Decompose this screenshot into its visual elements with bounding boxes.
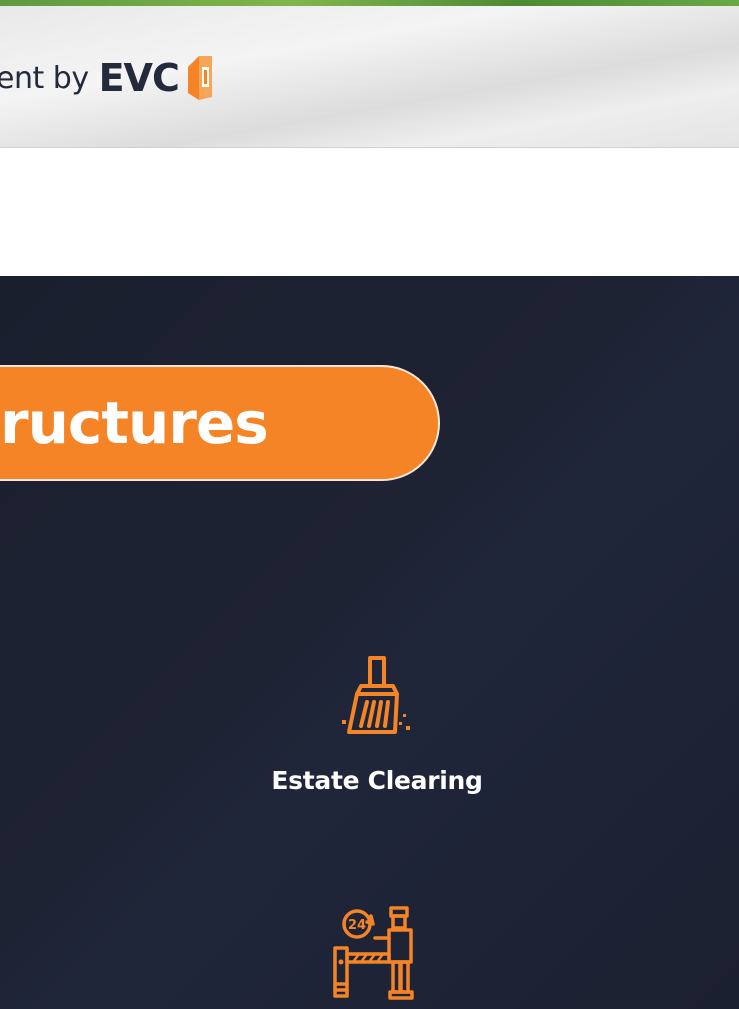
security-guard-barrier-24h-icon: 24 bbox=[333, 906, 414, 1000]
header-banner: ent by EVC bbox=[0, 6, 739, 148]
page: ent by EVC ructures Estate Clearing 24 bbox=[0, 0, 739, 1009]
feature-security[interactable]: 24 bbox=[252, 904, 502, 1009]
svg-text:24: 24 bbox=[348, 918, 366, 933]
section-heading-pill: ructures bbox=[0, 365, 440, 481]
evc-logo-icon[interactable] bbox=[185, 53, 215, 103]
services-section: ructures Estate Clearing 24 bbox=[0, 276, 739, 1009]
feature-label: Estate Clearing bbox=[271, 766, 483, 795]
feature-estate-clearing[interactable]: Estate Clearing bbox=[252, 654, 502, 795]
header-line: ent by EVC bbox=[0, 52, 215, 104]
white-gap bbox=[0, 148, 739, 276]
section-heading: ructures bbox=[0, 389, 269, 457]
broom-icon bbox=[342, 656, 410, 734]
header-text: ent by bbox=[0, 60, 89, 96]
brand-name[interactable]: EVC bbox=[99, 56, 180, 100]
